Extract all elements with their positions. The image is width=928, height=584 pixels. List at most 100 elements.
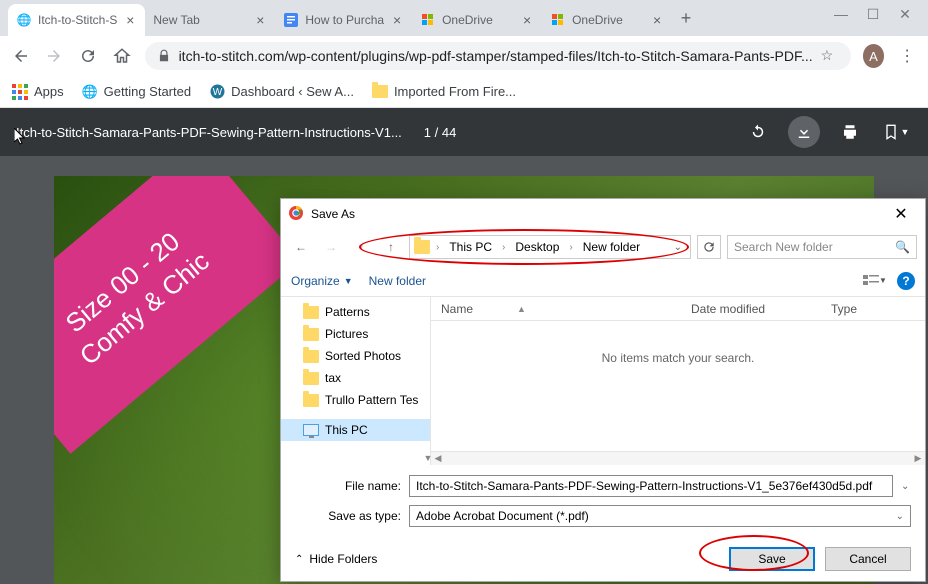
globe-icon: 🌐 — [82, 84, 98, 100]
dialog-toolbar: Organize ▼ New folder ▼ ? — [281, 265, 925, 297]
home-button[interactable] — [111, 44, 133, 68]
file-list: Name▲ Date modified Type No items match … — [431, 297, 925, 465]
chrome-icon — [289, 206, 305, 222]
tab-3[interactable]: OneDrive × — [412, 4, 542, 36]
new-folder-button[interactable]: New folder — [369, 274, 426, 288]
column-name[interactable]: Name▲ — [431, 297, 681, 320]
save-as-dialog: Save As ✕ ← → ▾ ↑ › This PC › Desktop › … — [280, 198, 926, 582]
browser-titlebar: 🌐 Itch-to-Stitch-S × New Tab × How to Pu… — [0, 0, 928, 36]
breadcrumb-item[interactable]: This PC — [445, 240, 496, 254]
column-date[interactable]: Date modified — [681, 297, 821, 320]
tree-item-this-pc[interactable]: This PC — [281, 419, 430, 441]
apps-grid-icon — [12, 84, 28, 100]
close-icon[interactable]: × — [123, 13, 137, 27]
hide-folders-button[interactable]: ⌃ Hide Folders — [295, 552, 377, 566]
tree-item[interactable]: Patterns — [281, 301, 430, 323]
pdf-toolbar: Itch-to-Stitch-Samara-Pants-PDF-Sewing-P… — [0, 108, 928, 156]
tree-item[interactable]: Sorted Photos — [281, 345, 430, 367]
scroll-right-icon[interactable]: ▶ — [911, 452, 925, 466]
search-placeholder: Search New folder — [734, 240, 889, 254]
save-button[interactable]: Save — [729, 547, 815, 571]
save-type-select[interactable]: Adobe Acrobat Document (*.pdf) ⌄ — [409, 505, 911, 527]
reload-button[interactable] — [77, 44, 99, 68]
nav-forward-icon[interactable]: → — [319, 235, 343, 259]
close-icon[interactable]: × — [520, 13, 534, 27]
bookmark-star-icon[interactable]: ☆ — [821, 47, 839, 65]
breadcrumb[interactable]: › This PC › Desktop › New folder ⌄ — [409, 235, 691, 259]
breadcrumb-item[interactable]: Desktop — [511, 240, 563, 254]
empty-message: No items match your search. — [431, 321, 925, 395]
chevron-down-icon[interactable]: ⌄ — [901, 481, 911, 492]
tree-item[interactable]: tax — [281, 367, 430, 389]
folder-icon — [303, 372, 319, 385]
kebab-menu-icon[interactable]: ⋮ — [896, 44, 918, 68]
bookmark-getting-started[interactable]: 🌐 Getting Started — [82, 84, 191, 100]
chevron-down-icon: ⌄ — [896, 511, 904, 522]
view-options-icon[interactable]: ▼ — [863, 272, 887, 290]
tree-item[interactable]: Pictures — [281, 323, 430, 345]
rotate-icon[interactable] — [742, 116, 774, 148]
breadcrumb-item[interactable]: New folder — [579, 240, 644, 254]
bookmarks-bar: Apps 🌐 Getting Started W Dashboard ‹ Sew… — [0, 76, 928, 108]
minimize-icon[interactable]: — — [832, 5, 850, 23]
search-icon: 🔍 — [895, 240, 910, 254]
nav-up-icon[interactable]: ↑ — [379, 235, 403, 259]
file-name-label: File name: — [321, 479, 401, 493]
tab-4[interactable]: OneDrive × — [542, 4, 672, 36]
ms-icon — [420, 12, 436, 28]
download-icon[interactable] — [788, 116, 820, 148]
dialog-close-icon[interactable]: ✕ — [885, 202, 917, 226]
chevron-down-icon[interactable]: ⌄ — [670, 242, 686, 253]
pdf-page-indicator: 1 / 44 — [424, 125, 457, 140]
dialog-title: Save As — [311, 207, 885, 221]
new-tab-button[interactable]: + — [672, 4, 700, 32]
forward-button[interactable] — [44, 44, 66, 68]
folder-icon — [303, 328, 319, 341]
close-icon[interactable]: × — [390, 13, 404, 27]
tree-scroll-down-icon[interactable]: ▼ — [421, 451, 435, 465]
back-button[interactable] — [10, 44, 32, 68]
maximize-icon[interactable]: ☐ — [864, 5, 882, 23]
print-icon[interactable] — [834, 116, 866, 148]
file-name-input[interactable] — [409, 475, 893, 497]
docs-icon — [283, 12, 299, 28]
chevron-right-icon[interactable]: › — [498, 242, 509, 253]
tree-item[interactable]: Trullo Pattern Tes — [281, 389, 430, 411]
close-icon[interactable]: × — [650, 13, 664, 27]
dialog-actions: ⌃ Hide Folders Save Cancel — [281, 537, 925, 581]
folder-icon — [303, 350, 319, 363]
nav-back-icon[interactable]: ← — [289, 235, 313, 259]
bookmark-imported[interactable]: Imported From Fire... — [372, 84, 516, 100]
folder-icon — [414, 240, 430, 254]
cancel-button[interactable]: Cancel — [825, 547, 911, 571]
omnibox[interactable]: itch-to-stitch.com/wp-content/plugins/wp… — [145, 42, 851, 70]
nav-history-icon[interactable]: ▾ — [349, 235, 373, 259]
tab-strip: 🌐 Itch-to-Stitch-S × New Tab × How to Pu… — [0, 4, 818, 36]
organize-button[interactable]: Organize ▼ — [291, 274, 353, 288]
pc-icon — [303, 424, 319, 436]
dialog-search-input[interactable]: Search New folder 🔍 — [727, 235, 917, 259]
chevron-right-icon[interactable]: › — [432, 242, 443, 253]
chevron-down-icon: ▼ — [344, 276, 353, 286]
ribbon-banner: Size 00 - 20 Comfy & Chic — [54, 176, 300, 454]
bookmark-icon[interactable]: ▼ — [880, 116, 912, 148]
bookmark-dashboard[interactable]: W Dashboard ‹ Sew A... — [209, 84, 354, 100]
folder-tree[interactable]: Patterns Pictures Sorted Photos tax Trul… — [281, 297, 431, 465]
tab-2[interactable]: How to Purcha × — [275, 4, 412, 36]
close-icon[interactable]: ✕ — [896, 5, 914, 23]
chevron-up-icon: ⌃ — [295, 554, 303, 565]
refresh-icon[interactable] — [697, 235, 721, 259]
tab-1[interactable]: New Tab × — [145, 4, 275, 36]
globe-icon: 🌐 — [16, 12, 32, 28]
column-type[interactable]: Type — [821, 297, 925, 320]
chevron-right-icon[interactable]: › — [565, 242, 576, 253]
address-bar: itch-to-stitch.com/wp-content/plugins/wp… — [0, 36, 928, 76]
profile-avatar[interactable]: A — [863, 44, 885, 68]
folder-icon — [372, 84, 388, 100]
apps-button[interactable]: Apps — [12, 84, 64, 100]
tab-0[interactable]: 🌐 Itch-to-Stitch-S × — [8, 4, 145, 36]
help-icon[interactable]: ? — [897, 272, 915, 290]
horizontal-scrollbar[interactable]: ◀ ▶ — [431, 451, 925, 465]
close-icon[interactable]: × — [253, 13, 267, 27]
dialog-titlebar[interactable]: Save As ✕ — [281, 199, 925, 229]
